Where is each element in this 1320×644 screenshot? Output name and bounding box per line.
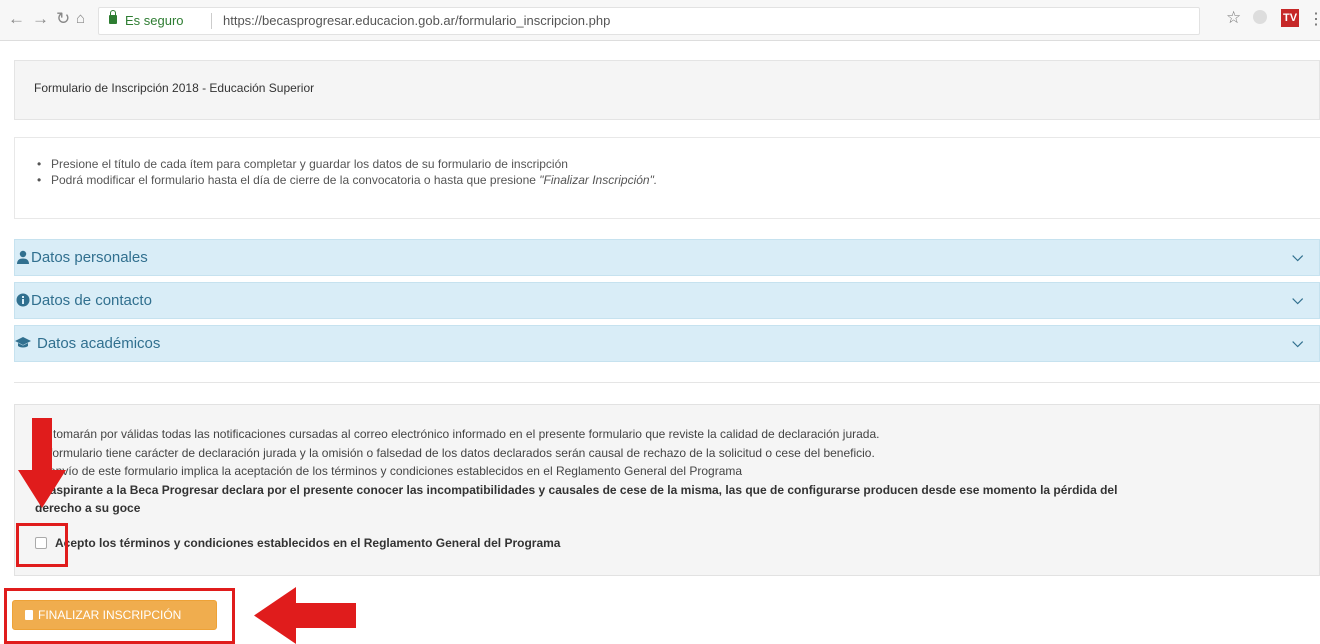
tv-extension-icon[interactable]: TV — [1281, 9, 1299, 27]
graduation-cap-icon — [15, 337, 31, 348]
separator — [211, 13, 212, 29]
back-icon[interactable]: ← — [8, 9, 25, 29]
section-datos-contacto[interactable]: Datos de contacto ⌵ — [14, 282, 1320, 319]
instruction-text: Podrá modificar el formulario hasta el d… — [51, 173, 540, 187]
instructions-panel: Presione el título de cada ítem para com… — [14, 137, 1320, 219]
secure-label: Es seguro — [125, 13, 184, 28]
terms-declaration: El aspirante a la Beca Progresar declara… — [35, 483, 1117, 497]
menu-icon[interactable]: ⋮ — [1308, 9, 1320, 29]
instruction-text: Presione el título de cada ítem para com… — [51, 157, 568, 171]
button-highlight-box — [4, 588, 235, 644]
instruction-item: Presione el título de cada ítem para com… — [37, 156, 657, 172]
section-datos-academicos[interactable]: Datos académicos ⌵ — [14, 325, 1320, 362]
checkbox-highlight-box — [16, 523, 68, 567]
chevron-down-icon: ⌵ — [1292, 334, 1303, 350]
terms-line: Se tomarán por válidas todas las notific… — [35, 427, 880, 441]
divider — [14, 382, 1320, 383]
reload-icon[interactable]: ↻ — [56, 9, 70, 29]
instruction-item: Podrá modificar el formulario hasta el d… — [37, 172, 658, 188]
chevron-down-icon: ⌵ — [1292, 248, 1303, 264]
forward-icon[interactable]: → — [32, 9, 49, 29]
lock-icon — [109, 10, 117, 24]
browser-toolbar: ← → ↻ ⌂ Es seguro https://becasprogresar… — [0, 0, 1320, 41]
home-icon[interactable]: ⌂ — [76, 9, 85, 29]
bookmark-star-icon[interactable]: ☆ — [1226, 8, 1241, 28]
url-text: https://becasprogresar.educacion.gob.ar/… — [223, 13, 611, 28]
arrow-left-icon — [254, 587, 356, 644]
form-title-panel: Formulario de Inscripción 2018 - Educaci… — [14, 60, 1320, 120]
instruction-emphasis: "Finalizar Inscripción". — [539, 173, 658, 187]
terms-text: declara por el presente conocer las inco… — [218, 483, 1118, 497]
section-datos-personales[interactable]: Datos personales ⌵ — [14, 239, 1320, 276]
section-label: Datos de contacto — [31, 292, 152, 309]
terms-line: El formulario tiene carácter de declarac… — [35, 446, 875, 460]
terms-line: El envío de este formulario implica la a… — [35, 464, 743, 478]
terms-panel: Se tomarán por válidas todas las notific… — [14, 404, 1320, 576]
address-bar[interactable]: Es seguro https://becasprogresar.educaci… — [98, 7, 1200, 35]
info-circle-icon — [16, 293, 30, 307]
extension-icon[interactable] — [1253, 10, 1267, 24]
accept-terms-label[interactable]: Acepto los términos y condiciones establ… — [55, 536, 560, 550]
terms-text: Beca Progresar — [129, 483, 219, 497]
user-icon — [17, 250, 29, 264]
chevron-down-icon: ⌵ — [1292, 291, 1303, 307]
section-label: Datos personales — [31, 249, 148, 266]
arrow-down-icon — [18, 418, 66, 508]
page-title: Formulario de Inscripción 2018 - Educaci… — [34, 81, 315, 95]
section-label: Datos académicos — [37, 335, 161, 352]
